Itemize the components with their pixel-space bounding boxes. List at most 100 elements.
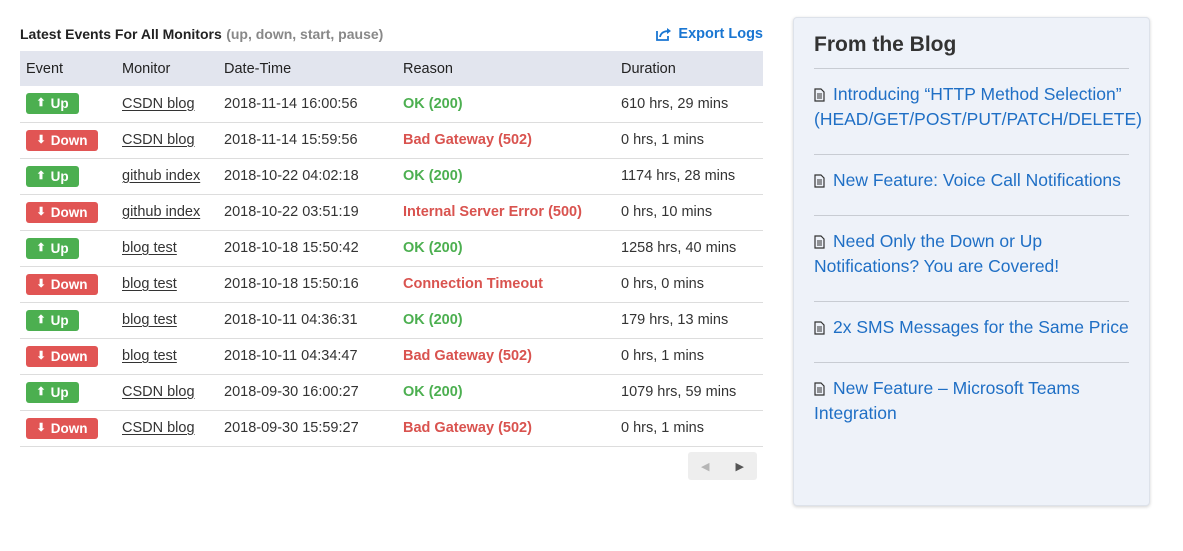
col-datetime: Date-Time <box>224 60 292 77</box>
events-title: Latest Events For All Monitors <box>20 26 222 42</box>
document-icon <box>814 382 825 396</box>
monitor-cell: blog test <box>116 266 218 303</box>
reason-text: Bad Gateway (502) <box>403 420 532 436</box>
datetime-cell: 2018-09-30 15:59:27 <box>218 410 397 447</box>
duration-cell: 0 hrs, 0 mins <box>615 266 763 303</box>
chevron-right-icon[interactable]: ▶ <box>736 460 744 473</box>
event-cell: ⬇ Down <box>20 122 116 159</box>
duration-cell: 179 hrs, 13 mins <box>615 302 763 339</box>
arrow-down-icon: ⬇ <box>36 205 46 218</box>
duration-cell: 0 hrs, 10 mins <box>615 194 763 231</box>
monitor-link[interactable]: blog test <box>122 240 177 256</box>
datetime-cell: 2018-10-22 03:51:19 <box>218 194 397 231</box>
event-label: Up <box>50 312 69 328</box>
status-badge-up: ⬆ Up <box>26 309 79 331</box>
table-header-row: Event Monitor Date-Time Reason Duration <box>20 51 763 86</box>
datetime-cell: 2018-10-22 04:02:18 <box>218 158 397 195</box>
event-label: Down <box>50 132 88 148</box>
chevron-left-icon[interactable]: ◀ <box>701 460 709 473</box>
monitor-cell: github index <box>116 194 218 231</box>
event-cell: ⬇ Down <box>20 410 116 447</box>
event-label: Up <box>50 240 69 256</box>
reason-cell: Connection Timeout <box>397 266 615 303</box>
duration-cell: 0 hrs, 1 mins <box>615 122 763 159</box>
duration-cell: 0 hrs, 1 mins <box>615 410 763 447</box>
reason-cell: Bad Gateway (502) <box>397 122 615 159</box>
event-cell: ⬇ Down <box>20 194 116 231</box>
document-icon <box>814 235 825 249</box>
table-row: ⬇ Down github index 2018-10-22 03:51:19 Inte… <box>20 194 763 231</box>
export-logs-label: Export Logs <box>678 26 763 42</box>
events-table: Event Monitor Date-Time Reason Duration … <box>20 51 763 447</box>
blog-post: Introducing “HTTP Method Selection” (HEA… <box>814 69 1142 155</box>
table-row: ⬇ Down blog test 2018-10-18 15:50:16 Connect… <box>20 266 763 303</box>
event-cell: ⬆ Up <box>20 86 116 123</box>
blog-post-link[interactable]: New Feature – Microsoft Teams Integratio… <box>814 378 1080 423</box>
col-duration: Duration <box>621 60 676 77</box>
status-badge-up: ⬆ Up <box>26 165 79 187</box>
col-event: Event <box>26 60 64 77</box>
blog-title: From the Blog <box>814 32 1129 69</box>
monitor-link[interactable]: CSDN blog <box>122 420 195 436</box>
export-logs-link[interactable]: Export Logs <box>656 24 763 44</box>
blog-post-link[interactable]: Need Only the Down or Up Notifications? … <box>814 231 1059 276</box>
blog-post-link[interactable]: New Feature: Voice Call Notifications <box>833 170 1121 190</box>
col-monitor: Monitor <box>122 60 171 77</box>
table-row: ⬇ Down blog test 2018-10-11 04:34:47 Bad Gat… <box>20 338 763 375</box>
event-label: Down <box>50 348 88 364</box>
monitor-cell: blog test <box>116 338 218 375</box>
status-badge-up: ⬆ Up <box>26 237 79 259</box>
status-badge-down: ⬇ Down <box>26 345 98 367</box>
monitor-link[interactable]: blog test <box>122 312 177 328</box>
reason-cell: OK (200) <box>397 374 615 411</box>
reason-cell: OK (200) <box>397 302 615 339</box>
event-label: Down <box>50 276 88 292</box>
table-row: ⬆ Up CSDN blog 2018-09-30 16:00:27 OK (200) 1… <box>20 374 763 411</box>
reason-cell: OK (200) <box>397 158 615 195</box>
monitor-link[interactable]: blog test <box>122 276 177 292</box>
arrow-up-icon: ⬆ <box>36 385 46 398</box>
duration-cell: 1174 hrs, 28 mins <box>615 158 763 195</box>
table-row: ⬇ Down CSDN blog 2018-09-30 15:59:27 Bad Gat… <box>20 410 763 447</box>
table-row: ⬆ Up blog test 2018-10-18 15:50:42 OK (200) 1… <box>20 230 763 267</box>
event-label: Down <box>50 204 88 220</box>
arrow-up-icon: ⬆ <box>36 313 46 326</box>
status-badge-down: ⬇ Down <box>26 417 98 439</box>
blog-post: New Feature – Microsoft Teams Integratio… <box>814 363 1129 448</box>
event-label: Down <box>50 420 88 436</box>
blog-post: Need Only the Down or Up Notifications? … <box>814 216 1129 302</box>
events-subtitle: (up, down, start, pause) <box>226 26 384 42</box>
monitor-link[interactable]: CSDN blog <box>122 384 195 400</box>
monitor-link[interactable]: CSDN blog <box>122 96 195 112</box>
event-label: Up <box>50 384 69 400</box>
event-cell: ⬇ Down <box>20 266 116 303</box>
monitor-cell: CSDN blog <box>116 122 218 159</box>
monitor-link[interactable]: CSDN blog <box>122 132 195 148</box>
blog-post-link[interactable]: 2x SMS Messages for the Same Price <box>833 317 1129 337</box>
datetime-cell: 2018-10-18 15:50:42 <box>218 230 397 267</box>
reason-text: Connection Timeout <box>403 276 543 292</box>
monitor-link[interactable]: github index <box>122 204 200 220</box>
document-icon <box>814 321 825 335</box>
datetime-cell: 2018-10-11 04:34:47 <box>218 338 397 375</box>
col-reason: Reason <box>403 60 453 77</box>
reason-cell: Bad Gateway (502) <box>397 410 615 447</box>
event-label: Up <box>50 96 69 112</box>
export-icon <box>656 28 672 41</box>
reason-cell: Internal Server Error (500) <box>397 194 615 231</box>
table-row: ⬆ Up github index 2018-10-22 04:02:18 OK (20… <box>20 158 763 195</box>
datetime-cell: 2018-11-14 16:00:56 <box>218 86 397 123</box>
monitor-link[interactable]: blog test <box>122 348 177 364</box>
duration-cell: 1258 hrs, 40 mins <box>615 230 763 267</box>
monitor-link[interactable]: github index <box>122 168 200 184</box>
datetime-cell: 2018-11-14 15:59:56 <box>218 122 397 159</box>
document-icon <box>814 88 825 102</box>
blog-post-link[interactable]: Introducing “HTTP Method Selection” (HEA… <box>814 84 1142 129</box>
reason-text: OK (200) <box>403 168 463 184</box>
datetime-cell: 2018-10-11 04:36:31 <box>218 302 397 339</box>
datetime-cell: 2018-10-18 15:50:16 <box>218 266 397 303</box>
reason-text: Bad Gateway (502) <box>403 348 532 364</box>
reason-text: Internal Server Error (500) <box>403 204 582 220</box>
event-cell: ⬆ Up <box>20 374 116 411</box>
blog-post: 2x SMS Messages for the Same Price <box>814 302 1129 363</box>
